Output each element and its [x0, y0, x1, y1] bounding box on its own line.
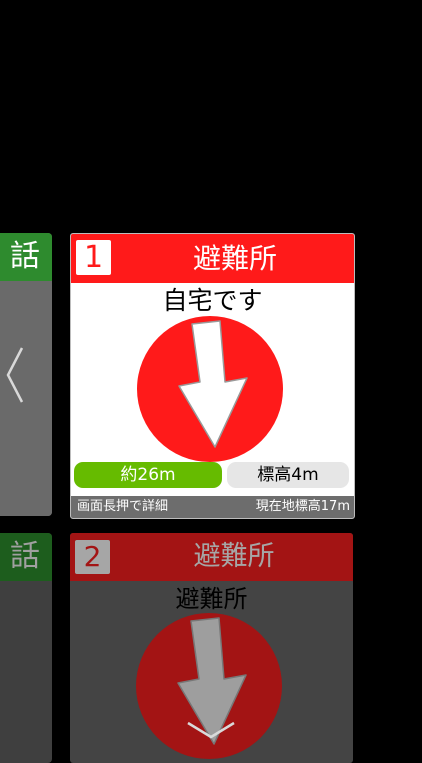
shelter-card[interactable]: 1 避難所 自宅です 約26m 標高4m 画面長押で詳細 現在地標高17m [70, 233, 355, 519]
shelter-number: 1 [76, 240, 111, 275]
prev-shelter-card-reflection: 話 [0, 533, 52, 763]
shelter-title: 避難所 [192, 242, 277, 275]
card-footer: 画面長押で詳細 現在地標高17m [71, 496, 354, 518]
prev-card-reflection-header-text: 話 [10, 539, 40, 574]
chevron-down-icon[interactable] [185, 718, 237, 742]
current-elevation: 現在地標高17m [255, 499, 350, 514]
prev-card-header-text: 話 [10, 239, 40, 274]
next-card-header: 2 避難所 [70, 533, 353, 581]
next-destination-label: 避難所 [175, 585, 248, 613]
chevron-left-icon[interactable] [0, 340, 30, 410]
shelter-card-header: 1 避難所 [71, 234, 354, 283]
destination-label: 自宅です [162, 286, 263, 315]
arrow-down-icon [178, 320, 248, 448]
distance-badge: 約26m [74, 462, 222, 488]
next-shelter-title: 避難所 [193, 541, 275, 572]
next-shelter-number: 2 [75, 540, 110, 574]
long-press-hint: 画面長押で詳細 [77, 499, 169, 514]
elevation-badge: 標高4m [227, 462, 349, 488]
